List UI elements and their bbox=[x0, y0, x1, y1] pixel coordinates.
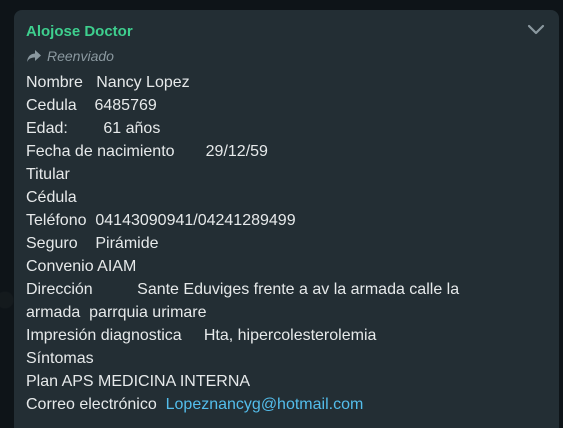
line-impresion-diagnostica: Impresión diagnostica Hta, hipercolester… bbox=[26, 327, 377, 344]
line-nombre: Nombre Nancy Lopez bbox=[26, 74, 190, 91]
line-telefono: Teléfono 04143090941/04241289499 bbox=[26, 212, 296, 229]
line-convenio: Convenio AIAM bbox=[26, 258, 137, 275]
chevron-down-icon[interactable] bbox=[525, 20, 547, 38]
line-sintomas: Síntomas bbox=[26, 350, 94, 367]
chat-background: Alojose Doctor Reenviado Nombre Nancy Lo… bbox=[0, 0, 563, 428]
email-label: Correo electrónico bbox=[26, 396, 166, 413]
line-direccion: Dirección Sante Eduviges frente a av la … bbox=[26, 281, 460, 298]
forwarded-label: Reenviado bbox=[47, 48, 114, 64]
line-direccion-cont: armada parrquia urimare bbox=[26, 304, 207, 321]
forwarded-indicator: Reenviado bbox=[26, 46, 547, 66]
line-fecha-nacimiento: Fecha de nacimiento 29/12/59 bbox=[26, 143, 268, 160]
line-seguro: Seguro Pirámide bbox=[26, 235, 159, 252]
email-link[interactable]: Lopeznancyg@hotmail.com bbox=[166, 396, 364, 413]
message-sender[interactable]: Alojose Doctor bbox=[26, 22, 547, 42]
line-cedula-titular: Cédula bbox=[26, 189, 77, 206]
message-bubble[interactable]: Alojose Doctor Reenviado Nombre Nancy Lo… bbox=[14, 10, 559, 428]
forward-arrow-icon bbox=[27, 50, 41, 62]
line-edad: Edad: 61 años bbox=[26, 120, 161, 137]
line-titular: Titular bbox=[26, 166, 70, 183]
line-cedula: Cedula 6485769 bbox=[26, 97, 157, 114]
line-correo: Correo electrónico Lopeznancyg@hotmail.c… bbox=[26, 393, 547, 416]
line-plan: Plan APS MEDICINA INTERNA bbox=[26, 373, 251, 390]
message-text: Nombre Nancy Lopez Cedula 6485769 Edad: … bbox=[26, 71, 547, 416]
